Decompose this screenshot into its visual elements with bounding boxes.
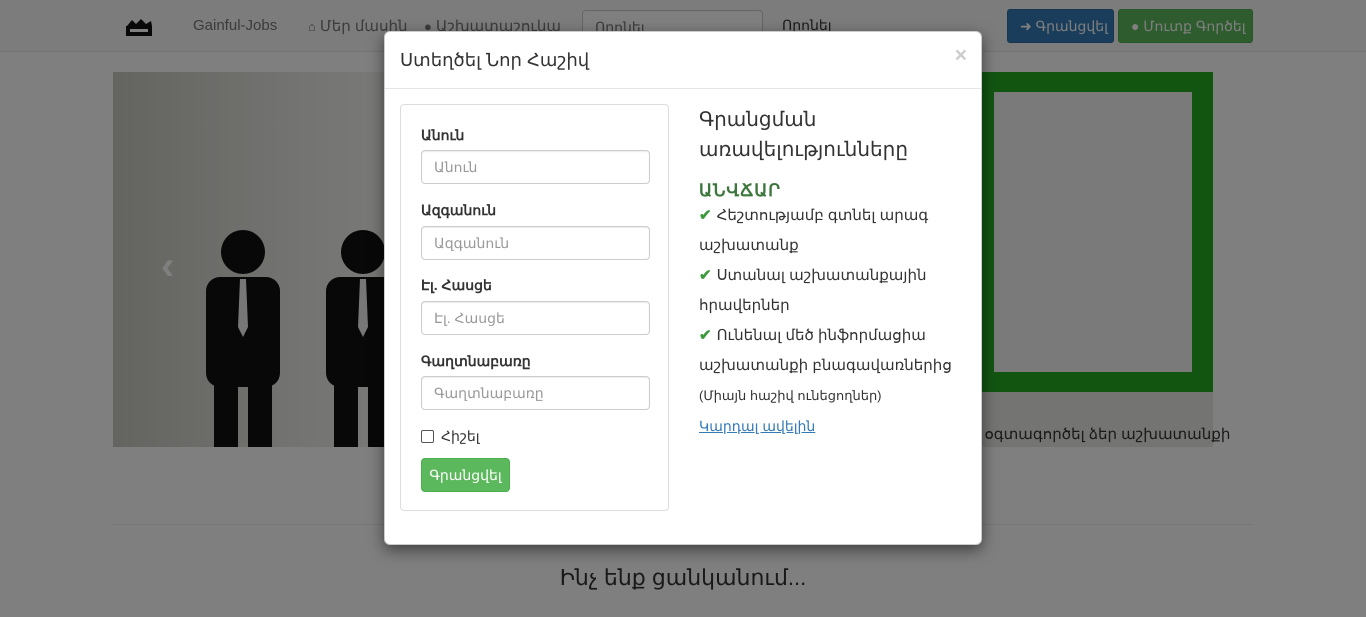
modal-header: Ստեղծել Նոր Հաշիվ × <box>385 32 981 89</box>
check-icon: ✔ <box>699 207 712 224</box>
register-modal: Ստեղծել Նոր Հաշիվ × Անուն Ազգանուն Էլ. Հ… <box>384 31 982 545</box>
submit-register-button[interactable]: Գրանցվել <box>421 458 510 492</box>
read-more-link[interactable]: Կարդալ ավելին <box>699 418 815 434</box>
benefits-panel: Գրանցման առավելությունները ԱՆՎՃԱՐ ✔ Հեշտո… <box>699 104 959 441</box>
email-input[interactable] <box>421 301 650 335</box>
benefit-item: ✔ Հեշտությամբ գտնել արագ աշխատանք <box>699 201 959 261</box>
password-input[interactable] <box>421 376 650 410</box>
password-label: Գաղտնաբառը <box>421 353 531 369</box>
benefit-text: Ունենալ մեծ ինֆորմացիա աշխատանքի բնագավա… <box>699 327 952 374</box>
check-icon: ✔ <box>699 267 712 284</box>
check-icon: ✔ <box>699 327 712 344</box>
first-name-input[interactable] <box>421 150 650 184</box>
benefit-item: ✔ Ունենալ մեծ ինֆորմացիա աշխատանքի բնագավ… <box>699 321 959 381</box>
benefits-note: (Միայն հաշիվ ունեցողներ) <box>699 388 882 403</box>
last-name-input[interactable] <box>421 226 650 260</box>
benefit-text: Ստանալ աշխատանքային հրավերներ <box>699 267 927 314</box>
benefits-title: Գրանցման առավելությունները <box>699 109 909 161</box>
benefit-text: Հեշտությամբ գտնել արագ աշխատանք <box>699 207 929 254</box>
last-name-label: Ազգանուն <box>421 202 497 218</box>
benefit-item: ✔ Ստանալ աշխատանքային հրավերներ <box>699 261 959 321</box>
first-name-label: Անուն <box>421 127 465 143</box>
modal-title: Ստեղծել Նոր Հաշիվ <box>400 50 590 70</box>
remember-checkbox[interactable] <box>421 430 434 443</box>
remember-label: Հիշել <box>441 428 480 444</box>
close-icon[interactable]: × <box>955 44 967 68</box>
free-tag: ԱՆՎՃԱՐ <box>699 181 782 200</box>
email-label: Էլ. Հասցե <box>421 277 492 293</box>
remember-me: Հիշել <box>421 428 480 445</box>
register-form: Անուն Ազգանուն Էլ. Հասցե Գաղտնաբառը Հիշե… <box>400 104 669 511</box>
